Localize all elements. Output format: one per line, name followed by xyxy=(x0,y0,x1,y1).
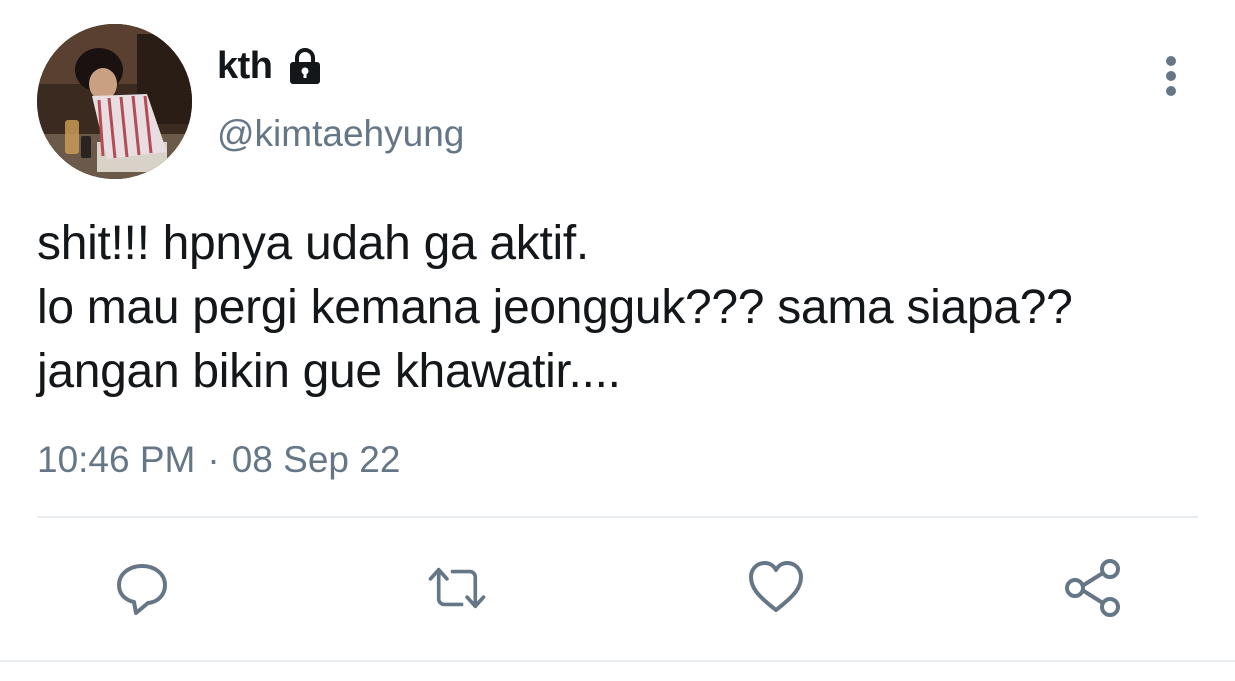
heart-icon xyxy=(749,561,803,612)
meta-separator: · xyxy=(207,439,220,480)
display-name-text: kth xyxy=(217,45,273,87)
like-button[interactable] xyxy=(744,556,808,620)
bottom-divider xyxy=(0,660,1235,662)
tweet-actions xyxy=(0,556,1235,626)
share-icon xyxy=(1065,559,1120,617)
tweet-timestamp[interactable]: 10:46 PM · 08 Sep 22 xyxy=(37,436,400,484)
retweet-button[interactable] xyxy=(425,556,489,620)
retweet-icon xyxy=(428,567,486,609)
avatar[interactable] xyxy=(37,24,192,179)
display-name[interactable]: kth xyxy=(217,42,325,90)
avatar-photo xyxy=(37,24,192,179)
tweet-card: kth @kimtaehyung shit!!! hpnya udah ga a… xyxy=(0,0,1235,681)
tweet-date: 08 Sep 22 xyxy=(231,439,401,480)
reply-button[interactable] xyxy=(110,556,174,620)
tweet-time: 10:46 PM xyxy=(37,439,196,480)
tweet-text: shit!!! hpnya udah ga aktif. lo mau perg… xyxy=(37,217,1073,398)
lock-icon xyxy=(289,48,320,84)
share-button[interactable] xyxy=(1062,556,1126,620)
more-options-icon[interactable] xyxy=(1153,52,1189,100)
divider xyxy=(37,516,1198,518)
user-handle[interactable]: @kimtaehyung xyxy=(217,110,464,158)
speech-bubble-icon xyxy=(117,564,167,615)
